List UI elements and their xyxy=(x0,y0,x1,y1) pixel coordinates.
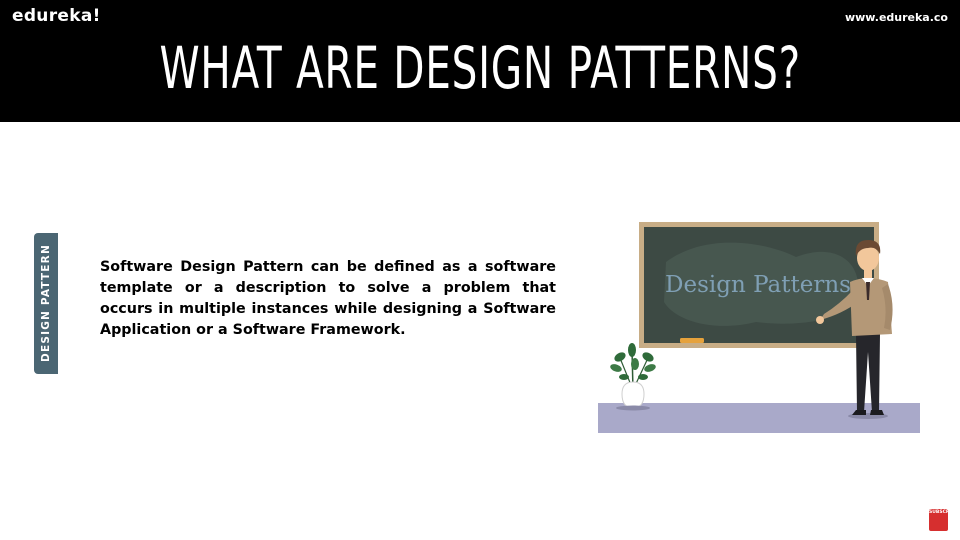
description-text: Software Design Pattern can be defined a… xyxy=(100,259,556,338)
side-tab-label: DESIGN PATTERN xyxy=(40,244,52,362)
header-bar: edureka! www.edureka.co WHAT ARE DESIGN … xyxy=(0,0,960,122)
board-text: Design Patterns xyxy=(665,272,851,298)
site-url: www.edureka.co xyxy=(844,11,948,24)
edureka-logo: edureka! xyxy=(12,6,101,26)
slide-title-text: WHAT ARE DESIGN PATTERNS? xyxy=(159,34,801,102)
slide-title: WHAT ARE DESIGN PATTERNS? xyxy=(0,30,960,106)
illustration: Design Patterns xyxy=(598,222,920,433)
potted-plant-icon xyxy=(610,343,656,411)
subscribe-button[interactable]: SUBSCRIBE xyxy=(929,509,958,531)
